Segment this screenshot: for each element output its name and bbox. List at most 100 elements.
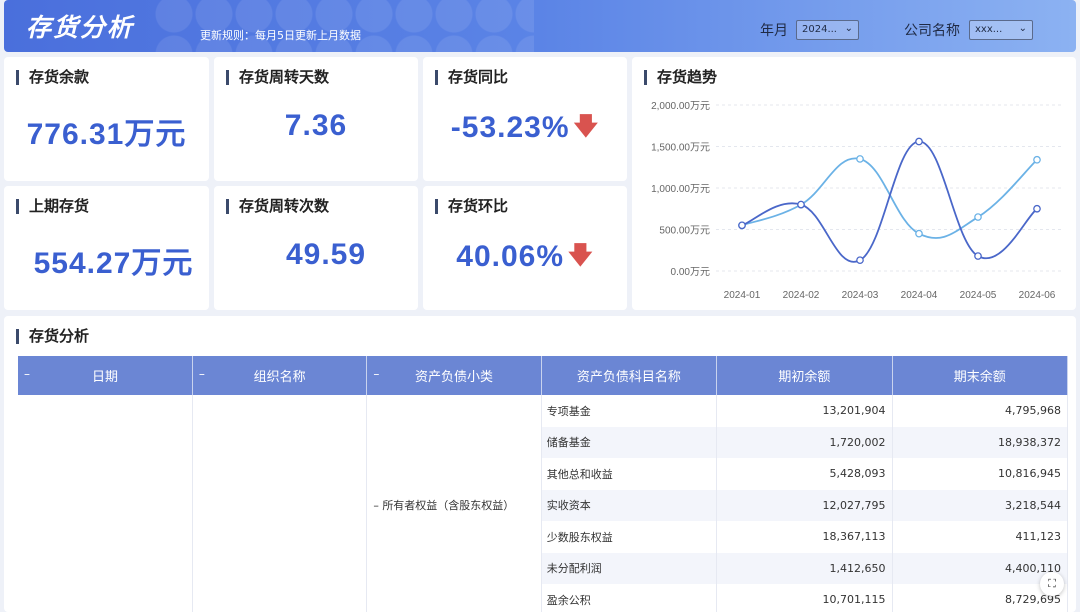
kpi-value-wrap: -53.23% 🡇 <box>423 109 627 150</box>
x-tick-label: 2024-02 <box>783 290 820 301</box>
y-tick-label: 0.00万元 <box>671 267 710 278</box>
kpi-title: 存货周转次数 <box>226 199 329 214</box>
data-point[interactable] <box>797 200 805 209</box>
filter-label-company: 公司名称 <box>904 23 960 39</box>
kpi-value: 776.31万元 <box>26 118 187 151</box>
cell-opening-balance: 13,201,904 <box>716 395 893 427</box>
y-tick-label: 1,000.00万元 <box>651 184 710 195</box>
data-point[interactable] <box>974 252 982 260</box>
column-header-label: 资产负债小类 <box>415 370 494 385</box>
cell-account-name: 其他总和收益 <box>541 458 718 490</box>
column-header-label: 资产负债科目名称 <box>576 370 681 385</box>
y-tick-label: 2,000.00万元 <box>651 101 710 112</box>
data-point[interactable] <box>915 229 923 238</box>
x-tick-label: 2024-01 <box>724 290 761 301</box>
filter-select-month-value: 2024... <box>802 24 837 35</box>
kpi-card-previous-inventory: 上期存货 554.27万元 <box>4 186 209 310</box>
cell-closing-balance: 3,218,544 <box>892 489 1069 521</box>
arrow-down-icon: 🡇 <box>568 242 594 269</box>
collapse-icon[interactable]: – <box>199 367 205 381</box>
cell-account-name: 少数股东权益 <box>541 521 718 553</box>
kpi-value: 554.27万元 <box>33 247 194 280</box>
collapse-icon[interactable]: – <box>373 367 379 381</box>
kpi-card-turnover-times: 存货周转次数 49.59 <box>214 186 418 310</box>
filter-label-month: 年月 <box>760 23 788 39</box>
kpi-card-mom: 存货环比 40.06% 🡇 <box>423 186 627 310</box>
y-tick-label: 1,500.00万元 <box>651 143 710 154</box>
kpi-value: -53.23% <box>450 111 570 144</box>
collapse-icon[interactable]: – <box>24 367 30 381</box>
column-header[interactable]: – 日期 <box>18 356 193 395</box>
column-header: 期末余额 <box>892 356 1069 395</box>
column-header-label: 期初余额 <box>778 370 831 385</box>
data-point[interactable] <box>1033 204 1041 213</box>
page-header: 存货分析 更新规则：每月5日更新上月数据 年月 2024... ⌄ 公司名称 x… <box>4 0 1076 52</box>
analysis-table-card: 存货分析 – 日期 – 组织名称 – 资产负债小类 资产负债科目名称 期初余额 期末余额 – 所… <box>4 316 1076 612</box>
merged-cell <box>192 395 368 612</box>
kpi-value: 49.59 <box>285 238 367 271</box>
cell-account-name: 实收资本 <box>541 489 718 521</box>
series-line-2 <box>741 140 1038 263</box>
group-cell: – 所有者权益（含股东权益） <box>366 395 542 612</box>
cell-account-name: 储备基金 <box>541 426 718 458</box>
column-header: 期初余额 <box>716 356 893 395</box>
group-label: 所有者权益（含股东权益） <box>382 499 515 513</box>
trend-chart: 0.00万元 500.00万元 1,000.00万元 1,500.00万元 2,000.… <box>651 101 1062 301</box>
data-point[interactable] <box>974 213 982 221</box>
filter-select-company-value: xxx... <box>975 24 1003 35</box>
column-header-label: 组织名称 <box>253 370 306 385</box>
column-header[interactable]: – 资产负债小类 <box>366 356 542 395</box>
column-header-label: 日期 <box>91 370 118 385</box>
chevron-down-icon: ⌄ <box>1018 23 1027 34</box>
cell-opening-balance: 18,367,113 <box>716 521 893 553</box>
update-rule-text: 更新规则：每月5日更新上月数据 <box>200 29 361 42</box>
header-pattern <box>154 0 534 52</box>
column-header: 资产负债科目名称 <box>541 356 718 395</box>
x-tick-label: 2024-03 <box>842 290 879 301</box>
x-tick-label: 2024-05 <box>960 290 997 301</box>
x-tick-label: 2024-04 <box>901 290 938 301</box>
table-title: 存货分析 <box>16 329 89 344</box>
cell-opening-balance: 1,412,650 <box>716 552 893 584</box>
cell-opening-balance: 5,428,093 <box>716 458 893 490</box>
cell-account-name: 盈余公积 <box>541 584 718 612</box>
data-point[interactable] <box>856 256 864 265</box>
kpi-value: 7.36 <box>284 109 348 142</box>
kpi-title: 存货同比 <box>435 70 508 85</box>
kpi-card-yoy: 存货同比 -53.23% 🡇 <box>423 57 627 181</box>
arrow-down-icon: 🡇 <box>573 113 600 140</box>
data-point[interactable] <box>856 155 864 163</box>
kpi-title: 存货环比 <box>435 199 508 214</box>
filter-select-month[interactable]: 2024... ⌄ <box>796 20 859 40</box>
cell-account-name: 未分配利润 <box>541 552 718 584</box>
kpi-card-turnover-days: 存货周转天数 7.36 <box>214 57 418 181</box>
fullscreen-icon[interactable]: ⛶ <box>1040 572 1064 596</box>
collapse-icon[interactable]: – <box>367 499 379 512</box>
kpi-title: 上期存货 <box>16 199 89 214</box>
x-tick-label: 2024-06 <box>1019 290 1056 301</box>
y-tick-label: 500.00万元 <box>659 226 710 237</box>
table-row: – 所有者权益（含股东权益） 专项基金 13,201,904 4,795,968 <box>18 395 1069 612</box>
page-title: 存货分析 <box>26 13 135 42</box>
cell-closing-balance: 4,795,968 <box>892 395 1069 427</box>
cell-account-name: 专项基金 <box>541 395 718 427</box>
column-header-label: 期末余额 <box>953 370 1006 385</box>
column-header[interactable]: – 组织名称 <box>192 356 368 395</box>
filter-select-company[interactable]: xxx... ⌄ <box>969 20 1033 40</box>
cell-opening-balance: 1,720,002 <box>716 426 893 458</box>
kpi-title: 存货余款 <box>16 70 89 85</box>
analysis-table: – 日期 – 组织名称 – 资产负债小类 资产负债科目名称 期初余额 期末余额 – 所有者权益（… <box>18 356 1069 612</box>
data-point[interactable] <box>738 221 746 230</box>
kpi-title: 存货周转天数 <box>226 70 329 85</box>
data-point[interactable] <box>915 137 923 146</box>
data-point[interactable] <box>1033 155 1041 164</box>
cell-opening-balance: 12,027,795 <box>716 489 893 521</box>
cell-opening-balance: 10,701,115 <box>716 584 893 612</box>
kpi-value: 40.06% <box>456 240 565 273</box>
kpi-card-inventory-balance: 存货余款 776.31万元 <box>4 57 209 181</box>
cell-closing-balance: 10,816,945 <box>892 458 1069 490</box>
kpi-value-wrap: 40.06% 🡇 <box>423 238 627 279</box>
merged-cell <box>18 395 193 612</box>
trend-chart-card: 存货趋势 0.00万元 500.00万元 1,000.00万元 1,500.00万元 2… <box>632 57 1076 310</box>
chevron-down-icon: ⌄ <box>844 23 853 34</box>
